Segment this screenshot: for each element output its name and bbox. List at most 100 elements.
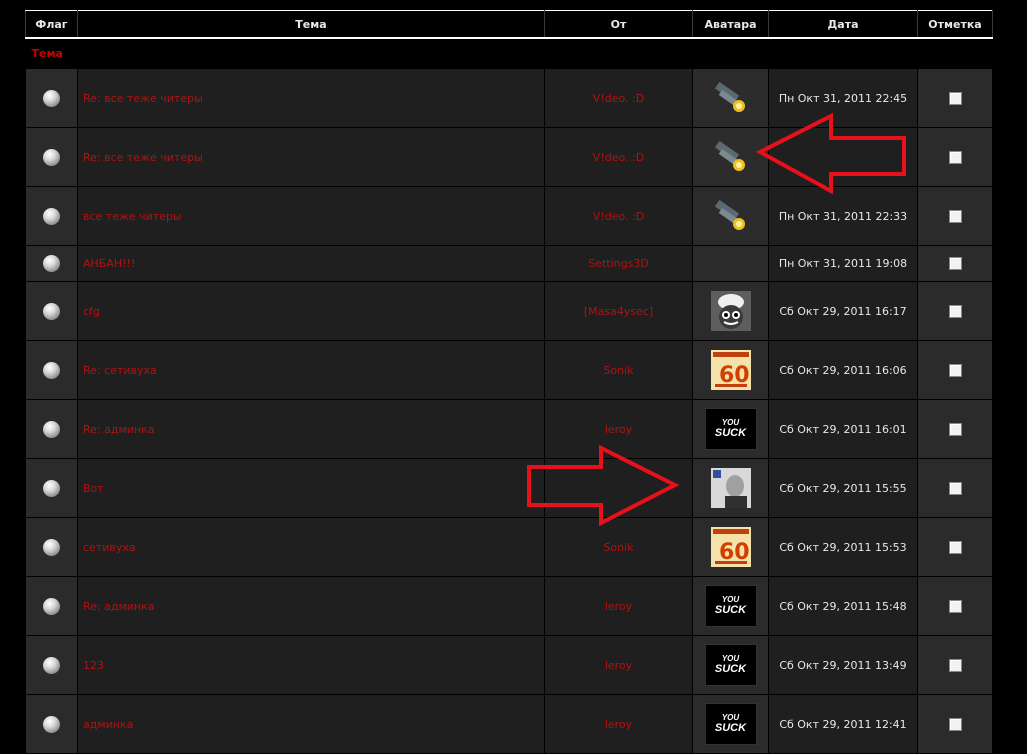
mark-cell xyxy=(917,127,993,187)
header-avatar: Аватара xyxy=(692,10,769,39)
flag-cell xyxy=(25,517,78,577)
post-date: Сб Окт 29, 2011 13:49 xyxy=(768,635,918,695)
author-link[interactable] xyxy=(544,458,693,518)
avatar-cell xyxy=(692,458,769,518)
author-link[interactable]: V!deo. :D xyxy=(544,127,693,187)
post-date: Пн Окт 31, 2011 19:08 xyxy=(768,245,918,282)
posts-table: Флаг Тема От Аватара Дата Отметка Тема R… xyxy=(25,10,993,754)
topic-link[interactable]: Re: админка xyxy=(77,576,545,636)
header-date[interactable]: Дата xyxy=(768,10,918,39)
topic-link[interactable]: админка xyxy=(77,694,545,754)
author-link[interactable]: leroy xyxy=(544,576,693,636)
mark-cell xyxy=(917,517,993,577)
table-row: Re: все теже читеры V!deo. :D xyxy=(25,127,993,187)
avatar-cell xyxy=(692,127,769,187)
mark-checkbox[interactable] xyxy=(948,363,962,377)
mark-cell xyxy=(917,68,993,128)
mark-checkbox[interactable] xyxy=(948,540,962,554)
avatar-cell: YOU SUCK xyxy=(692,635,769,695)
flag-cell xyxy=(25,576,78,636)
mark-checkbox[interactable] xyxy=(948,422,962,436)
topic-link[interactable]: сетивуха xyxy=(77,517,545,577)
mech-avatar-icon xyxy=(710,196,751,236)
table-row: Вот Сб Окт 29, 2011 15:55 xyxy=(25,458,993,518)
post-date: Сб Окт 29, 2011 15:55 xyxy=(768,458,918,518)
post-date: Сб Окт 29, 2011 15:53 xyxy=(768,517,918,577)
mark-checkbox[interactable] xyxy=(948,91,962,105)
topic-link[interactable]: все теже читеры xyxy=(77,186,545,246)
mark-cell xyxy=(917,186,993,246)
author-link[interactable]: leroy xyxy=(544,635,693,695)
mark-cell xyxy=(917,458,993,518)
unread-flag-icon xyxy=(43,361,60,379)
table-row: все теже читеры V!deo. :D Пн Окт 31, 2011 … xyxy=(25,186,993,246)
avatar-cell xyxy=(692,245,769,282)
mark-checkbox[interactable] xyxy=(948,599,962,613)
header-flag[interactable]: Флаг xyxy=(25,10,78,39)
unread-flag-icon xyxy=(43,420,60,438)
mark-checkbox[interactable] xyxy=(948,304,962,318)
you-suck-avatar-icon: YOU SUCK xyxy=(704,703,757,745)
author-link[interactable]: [Masa4ysec] xyxy=(544,281,693,341)
flag-cell xyxy=(25,186,78,246)
table-row: Re: все теже читеры V!deo. :D Пн Окт 31, 2… xyxy=(25,68,993,128)
mark-cell xyxy=(917,635,993,695)
topic-link[interactable]: 123 xyxy=(77,635,545,695)
topic-link[interactable]: Re: все теже читеры xyxy=(77,127,545,187)
post-date: Сб Окт 29, 2011 15:48 xyxy=(768,576,918,636)
mark-checkbox[interactable] xyxy=(948,209,962,223)
post-date: Сб Окт 29, 2011 16:06 xyxy=(768,340,918,400)
mark-checkbox[interactable] xyxy=(948,257,962,271)
section-label: Тема xyxy=(25,38,993,69)
topic-link[interactable]: Re: все теже читеры xyxy=(77,68,545,128)
post-date xyxy=(768,127,918,187)
author-link[interactable]: V!deo. :D xyxy=(544,186,693,246)
author-link[interactable]: leroy xyxy=(544,399,693,459)
flag-cell xyxy=(25,458,78,518)
flag-cell xyxy=(25,694,78,754)
post-date: Пн Окт 31, 2011 22:45 xyxy=(768,68,918,128)
you-suck-avatar-icon: YOU SUCK xyxy=(704,408,757,450)
topic-link[interactable]: Re: сетивуха xyxy=(77,340,545,400)
author-link[interactable]: Sonik xyxy=(544,340,693,400)
unread-flag-icon xyxy=(43,89,60,107)
topic-link[interactable]: АНБАН!!! xyxy=(77,245,545,282)
topic-link[interactable]: Re: админка xyxy=(77,399,545,459)
author-link[interactable]: leroy xyxy=(544,694,693,754)
topic-link[interactable]: Вот xyxy=(77,458,545,518)
you-suck-avatar-icon: YOU SUCK xyxy=(704,585,757,627)
mark-checkbox[interactable] xyxy=(948,658,962,672)
table-row: админка leroy YOU SUCK Сб Окт 29, 2011 12:41 xyxy=(25,694,993,754)
you-suck-line1: YOU xyxy=(721,418,740,427)
header-topic[interactable]: Тема xyxy=(77,10,545,39)
you-suck-line1: YOU xyxy=(721,713,740,722)
author-link[interactable]: Settings3D xyxy=(544,245,693,282)
unread-flag-icon xyxy=(43,597,60,615)
avatar-cell: YOU SUCK xyxy=(692,694,769,754)
table-row: Re: админка leroy YOU SUCK Сб Окт 29, 2011 1… xyxy=(25,576,993,636)
header-from[interactable]: От xyxy=(544,10,693,39)
mark-cell xyxy=(917,694,993,754)
unread-flag-icon xyxy=(43,207,60,225)
unread-flag-icon xyxy=(43,255,60,272)
author-link[interactable]: Sonik xyxy=(544,517,693,577)
mark-cell xyxy=(917,399,993,459)
avatar-cell xyxy=(692,281,769,341)
unread-flag-icon xyxy=(43,538,60,556)
flag-cell xyxy=(25,127,78,187)
mark-checkbox[interactable] xyxy=(948,481,962,495)
mark-checkbox[interactable] xyxy=(948,717,962,731)
mark-cell xyxy=(917,281,993,341)
you-suck-line2: SUCK xyxy=(714,427,747,439)
mark-cell xyxy=(917,340,993,400)
topic-link[interactable]: cfg xyxy=(77,281,545,341)
mark-checkbox[interactable] xyxy=(948,150,962,164)
avatar-cell xyxy=(692,186,769,246)
demotivator-avatar-icon: 60 xyxy=(710,527,751,567)
table-row: Re: сетивуха Sonik 60 Сб Окт 29, 2011 16:06 xyxy=(25,340,993,400)
avatar-cell: 60 xyxy=(692,517,769,577)
you-suck-line2: SUCK xyxy=(714,722,747,734)
author-link[interactable]: V!deo. :D xyxy=(544,68,693,128)
photo-avatar-icon xyxy=(710,468,751,508)
unread-flag-icon xyxy=(43,656,60,674)
